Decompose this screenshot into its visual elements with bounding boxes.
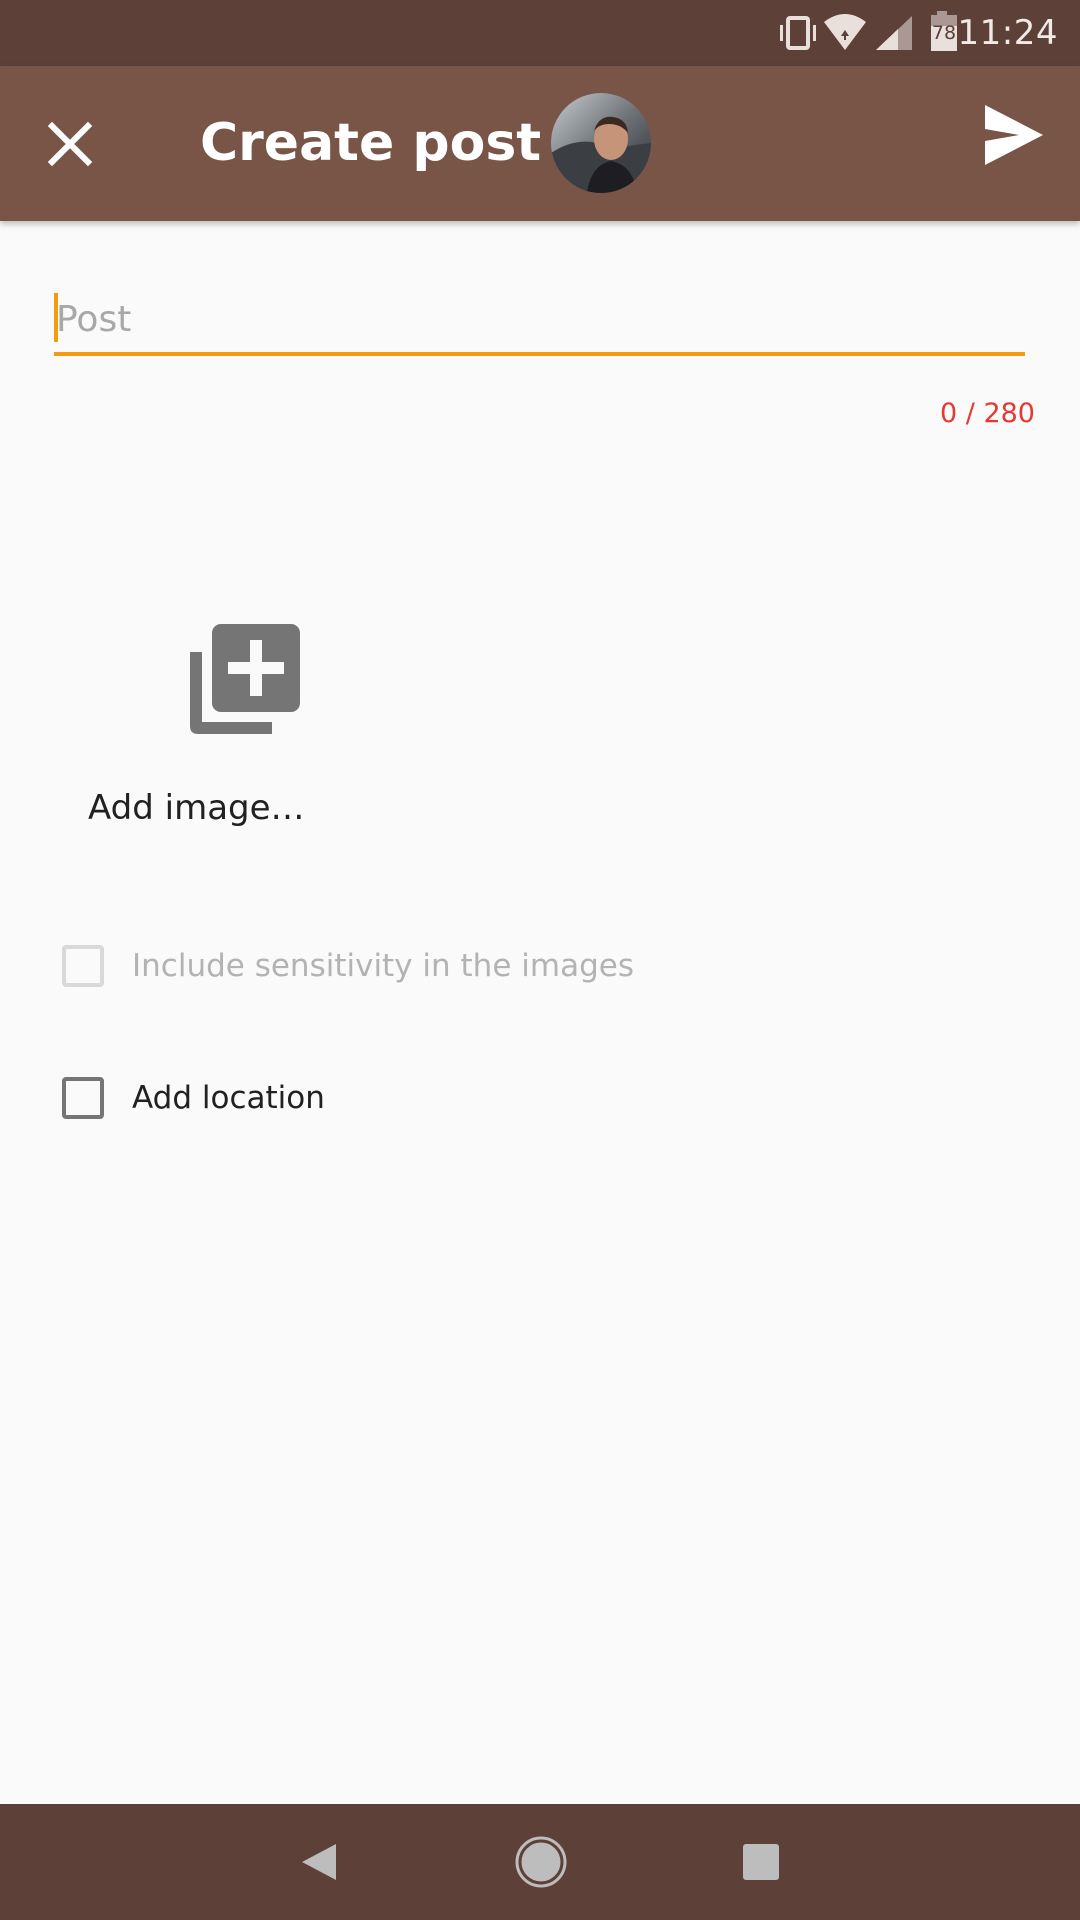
status-bar: 78 11:24 (0, 0, 1080, 66)
avatar[interactable] (551, 93, 651, 193)
post-input[interactable] (56, 290, 1016, 348)
close-button[interactable] (30, 104, 110, 184)
wifi-icon (824, 14, 866, 50)
app-bar: Create post (0, 66, 1080, 221)
vibrate-icon (780, 16, 816, 50)
send-icon (985, 105, 1043, 165)
add-image-label: Add image… (88, 788, 305, 828)
send-button[interactable] (975, 91, 1075, 191)
recents-icon (743, 1844, 779, 1880)
navigation-bar (0, 1804, 1080, 1920)
close-icon (47, 121, 93, 167)
recents-button[interactable] (731, 1832, 791, 1892)
add-photo-library-icon (190, 624, 300, 734)
home-button[interactable] (511, 1832, 571, 1892)
back-icon (302, 1844, 336, 1880)
location-checkbox[interactable] (62, 1077, 104, 1119)
character-counter: 0 / 280 (940, 398, 1035, 429)
home-icon (515, 1836, 567, 1888)
sensitivity-label: Include sensitivity in the images (132, 948, 634, 984)
status-time: 11:24 (957, 13, 1058, 53)
location-label: Add location (132, 1080, 325, 1116)
page-title: Create post (200, 113, 542, 173)
post-input-container (54, 290, 1025, 356)
location-checkbox-row[interactable]: Add location (62, 1074, 362, 1126)
back-button[interactable] (290, 1832, 350, 1892)
battery-level: 78 (931, 22, 957, 44)
sensitivity-checkbox-row: Include sensitivity in the images (62, 942, 634, 994)
add-image-button[interactable]: Add image… (80, 610, 330, 840)
signal-icon (876, 16, 912, 50)
sensitivity-checkbox (62, 945, 104, 987)
avatar-image (551, 93, 651, 193)
